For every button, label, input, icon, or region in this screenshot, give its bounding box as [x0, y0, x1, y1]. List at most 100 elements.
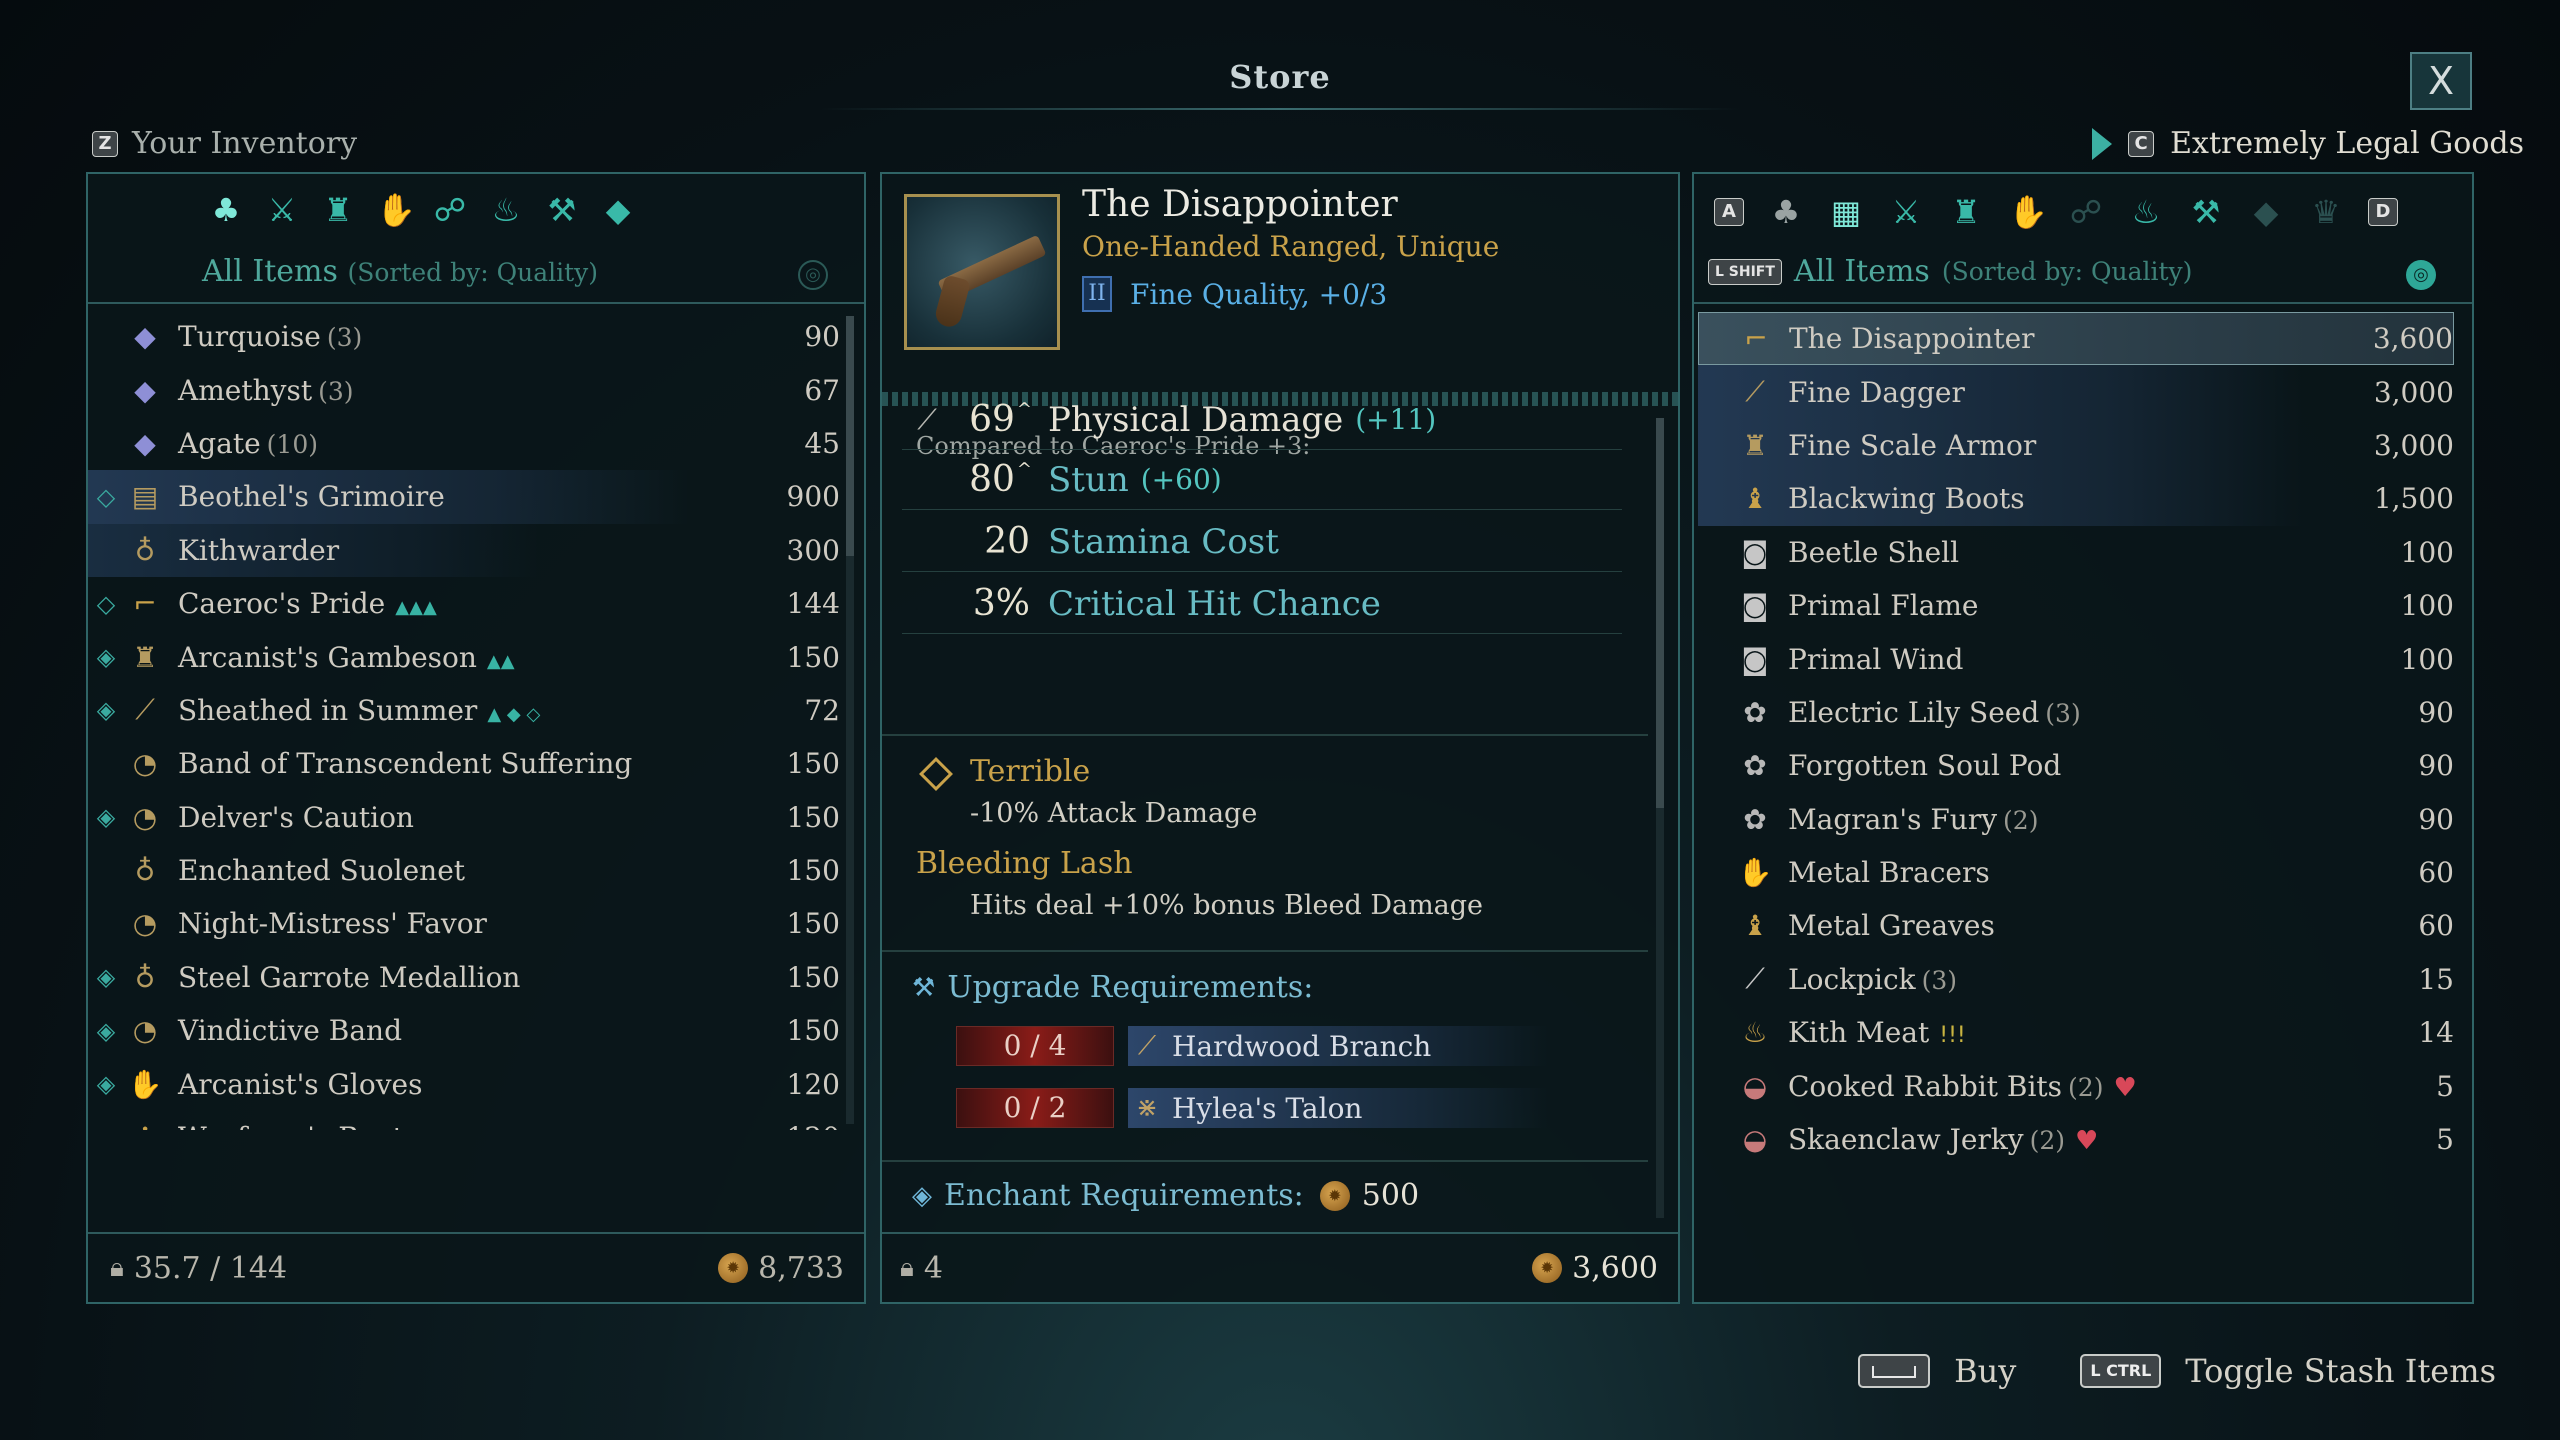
vendor-header[interactable]: C Extremely Legal Goods	[2092, 126, 2524, 161]
list-item[interactable]: ✿ Electric Lily Seed (3) 90	[1698, 686, 2454, 739]
material-name: Hylea's Talon	[1172, 1091, 1363, 1125]
bag-icon[interactable]: ♣	[1768, 194, 1804, 230]
enchant-coin-icon: ✹	[1319, 1180, 1350, 1211]
new-item-marker-icon: ◇	[96, 589, 116, 618]
list-item[interactable]: ✿ Magran's Fury (2) 90	[1698, 793, 2454, 846]
armor-icon: ♜	[1742, 428, 1768, 462]
consumable-icon[interactable]: ♨	[2128, 194, 2164, 230]
store-filter[interactable]: L SHIFT All Items (Sorted by: Quality)	[1708, 254, 2192, 289]
inventory-filter[interactable]: All Items (Sorted by: Quality)	[202, 254, 598, 289]
new-item-marker-icon: ◈	[96, 803, 116, 832]
item-price: 150	[786, 800, 840, 834]
a-key-icon[interactable]: A	[1714, 198, 1744, 226]
item-count: (3)	[2045, 698, 2081, 728]
detail-scroll-thumb[interactable]	[1656, 418, 1664, 808]
meat-icon: ◒	[1742, 1123, 1768, 1157]
inventory-scroll-thumb[interactable]	[846, 316, 854, 556]
gem-icon[interactable]: ◆	[600, 192, 636, 228]
new-item-marker-icon: ◈	[96, 963, 116, 992]
list-item[interactable]: ◒ Cooked Rabbit Bits (2) ♥ 5	[1698, 1059, 2454, 1112]
item-price: 3,600	[2372, 322, 2453, 356]
crafting-icon[interactable]: ⚒	[2188, 194, 2224, 230]
item-name: Electric Lily Seed	[1788, 695, 2040, 729]
consumable-icon[interactable]: ♨	[488, 192, 524, 228]
weapons-icon[interactable]: ⚔	[1888, 194, 1924, 230]
upgrade-divider	[882, 1160, 1648, 1162]
buy-button[interactable]: Buy	[1954, 1352, 2016, 1390]
crown-icon[interactable]: ♛	[2308, 194, 2344, 230]
list-item[interactable]: ◈♝ Wayfarer's Boots 120	[88, 1111, 840, 1130]
toggle-stash-button[interactable]: Toggle Stash Items	[2185, 1352, 2496, 1390]
item-name: Magran's Fury	[1788, 802, 1998, 836]
list-item[interactable]: ◇ ⌐ Caeroc's Pride ▲▲▲ 144	[88, 577, 840, 630]
inventory-header[interactable]: Z Your Inventory	[92, 126, 357, 161]
bag-icon[interactable]: ♣	[208, 192, 244, 228]
list-item[interactable]: ◈ ◔ Delver's Caution 150	[88, 791, 840, 844]
item-name: Forgotten Soul Pod	[1788, 749, 2062, 783]
grimoire-icon: ▤	[131, 480, 159, 514]
item-price: 72	[804, 693, 840, 727]
gem-icon: ◆	[134, 320, 156, 354]
store-filter-globe-icon[interactable]: ◎	[2406, 260, 2436, 290]
list-item[interactable]: ◙ Primal Flame 100	[1698, 579, 2454, 632]
list-item[interactable]: ◈ ◔ Vindictive Band 150	[88, 1004, 840, 1057]
list-item[interactable]: ♜ Fine Scale Armor 3,000	[1698, 418, 2454, 473]
item-name-cell: Primal Flame	[1776, 589, 2364, 622]
inventory-weight: 35.7 / 144	[133, 1250, 288, 1286]
list-item[interactable]: ◇ ▤ Beothel's Grimoire 900	[88, 470, 840, 524]
weapons-icon[interactable]: ⚔	[264, 192, 300, 228]
list-item[interactable]: ◙ Beetle Shell 100	[1698, 526, 2454, 579]
list-item[interactable]: ✿ Forgotten Soul Pod 90	[1698, 739, 2454, 792]
item-name-cell: Beothel's Grimoire	[166, 480, 750, 513]
item-name-cell: Magran's Fury (2)	[1776, 803, 2364, 836]
list-item[interactable]: ◆ Turquoise (3) 90	[88, 310, 840, 363]
item-tag-icon: ♥	[2075, 1126, 2099, 1157]
item-tag-icon: ▲▲▲	[395, 597, 437, 619]
gloves-icon[interactable]: ✋	[2008, 194, 2048, 230]
filter-globe-icon[interactable]: ◎	[798, 260, 828, 290]
accessory-icon[interactable]: ☍	[432, 192, 468, 228]
list-item[interactable]: ◈ ⟋ Sheathed in Summer ▲ ◆ ◇ 72	[88, 684, 840, 737]
list-item[interactable]: ♝ Metal Greaves 60	[1698, 899, 2454, 952]
list-item[interactable]: ◈ ♁ Steel Garrote Medallion 150	[88, 951, 840, 1004]
item-price: 3,000	[2373, 375, 2454, 409]
item-tag-icon: ▲▲	[486, 650, 515, 672]
list-item[interactable]: ◆ Agate (10) 45	[88, 417, 840, 470]
stat-label: Critical Hit Chance	[1048, 583, 1381, 624]
list-item[interactable]: ◔ Band of Transcendent Suffering 150	[88, 737, 840, 790]
list-item[interactable]: ♁ Enchanted Suolenet 150	[88, 844, 840, 897]
close-button[interactable]: X	[2410, 52, 2472, 110]
vendor-name: Extremely Legal Goods	[2170, 126, 2524, 161]
food-icon: ♨	[1742, 1016, 1768, 1050]
item-price: 1,500	[2373, 482, 2454, 516]
scroll-icon: ◙	[1741, 589, 1769, 623]
chest-icon[interactable]: ▦	[1828, 194, 1864, 230]
gloves-icon[interactable]: ✋	[376, 192, 416, 228]
list-item[interactable]: ⌐ The Disappointer 3,600	[1698, 312, 2454, 366]
list-item[interactable]: ✋ Metal Bracers 60	[1698, 846, 2454, 899]
new-item-marker-icon: ◇	[96, 482, 116, 511]
gem-icon[interactable]: ◆	[2248, 194, 2284, 230]
list-item[interactable]: ◈ ♜ Arcanist's Gambeson ▲▲ 150	[88, 630, 840, 683]
list-item[interactable]: ◆ Amethyst (3) 67	[88, 363, 840, 416]
list-item[interactable]: ♝ Blackwing Boots 1,500	[1698, 472, 2454, 526]
gloves-icon: ✋	[1737, 856, 1773, 890]
armor-icon[interactable]: ♜	[1948, 194, 1984, 230]
stat-up-icon: ^	[1016, 459, 1032, 480]
crafting-icon[interactable]: ⚒	[544, 192, 580, 228]
lshift-key-icon: L SHIFT	[1708, 258, 1782, 285]
perk-desc-terrible: -10% Attack Damage	[970, 798, 1258, 829]
list-item[interactable]: ◈ ✋ Arcanist's Gloves 120	[88, 1057, 840, 1110]
armor-icon[interactable]: ♜	[320, 192, 356, 228]
list-item[interactable]: ◒ Skaenclaw Jerky (2) ♥ 5	[1698, 1113, 2454, 1166]
accessory-icon[interactable]: ☍	[2068, 194, 2104, 230]
list-item[interactable]: ◙ Primal Wind 100	[1698, 632, 2454, 685]
d-key-icon[interactable]: D	[2368, 198, 2398, 226]
list-item[interactable]: ◔ Night-Mistress' Favor 150	[88, 897, 840, 950]
list-item[interactable]: ⟋ Lockpick (3) 15	[1698, 953, 2454, 1006]
list-item[interactable]: ⟋ Fine Dagger 3,000	[1698, 365, 2454, 419]
list-item[interactable]: ♁ Kithwarder 300	[88, 523, 840, 577]
list-item[interactable]: ♨ Kith Meat!!! 14	[1698, 1006, 2454, 1059]
amulet-icon: ♁	[134, 960, 156, 994]
inventory-header-divider	[88, 302, 864, 304]
